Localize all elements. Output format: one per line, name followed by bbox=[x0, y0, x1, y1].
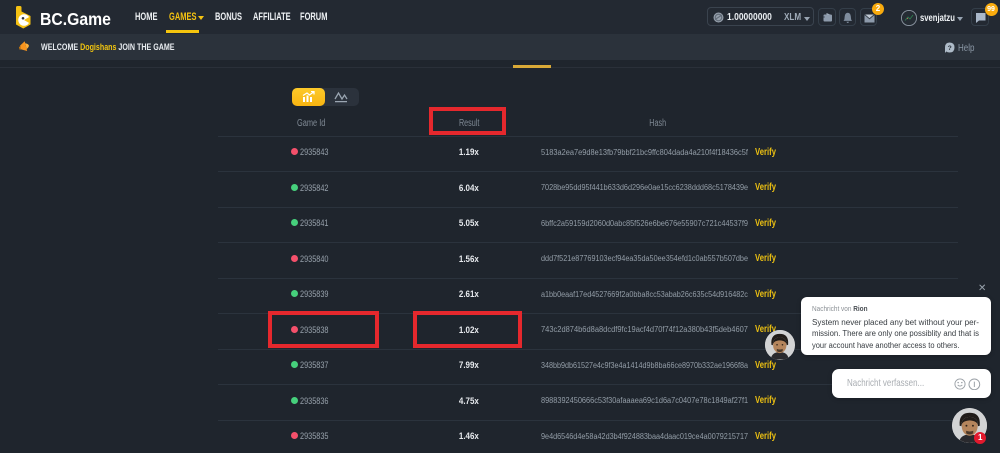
svg-text:?: ? bbox=[948, 45, 952, 52]
